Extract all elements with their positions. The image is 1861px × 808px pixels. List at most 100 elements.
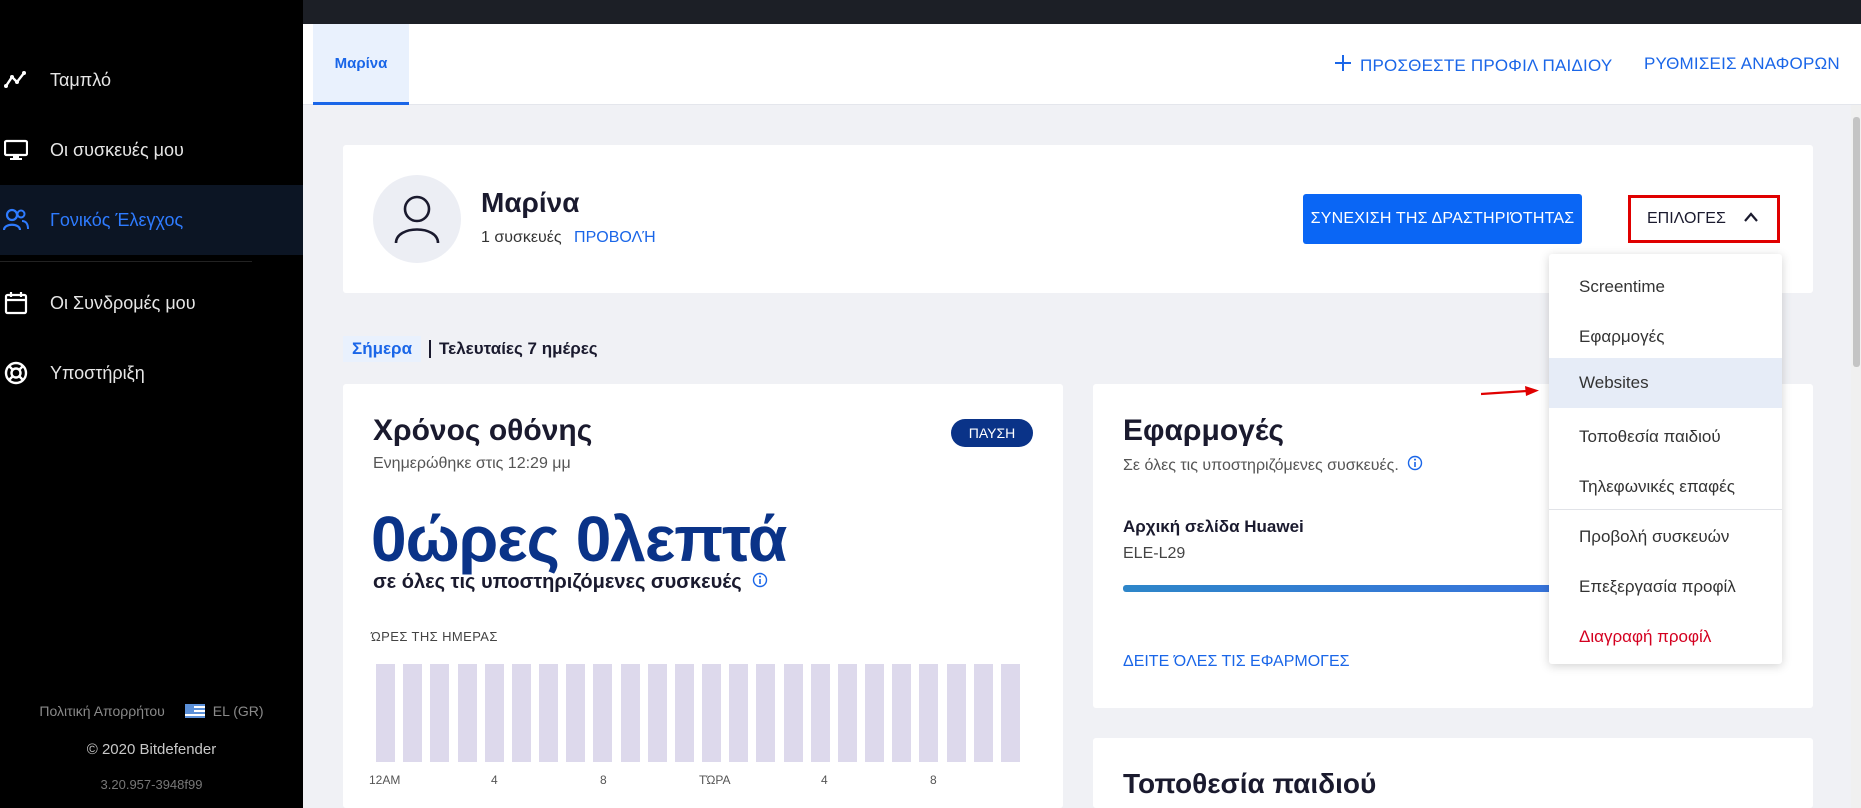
profile-devices: 1 συσκευές ΠΡΟΒΟΛΉ [481, 229, 656, 247]
hour-bar [946, 664, 966, 762]
sidebar-item-dashboard[interactable]: Ταμπλό [0, 45, 303, 115]
menu-item-delete-profile[interactable]: Διαγραφή προφίλ [1549, 612, 1782, 662]
hour-bar [376, 664, 395, 762]
sidebar-item-label: Γονικός Έλεγχος [50, 209, 184, 230]
tick-label: 8 [930, 773, 937, 787]
hour-bar [566, 664, 586, 762]
dashboard-line-icon [2, 66, 30, 94]
options-button[interactable]: ΕΠΙΛΟΓΕΣ [1628, 195, 1780, 243]
sidebar: Ταμπλό Οι συσκευές μου Γονικός Έλεγχος Ο… [0, 0, 303, 808]
report-settings-link[interactable]: ΡΥΘΜΙΣΕΙΣ ΑΝΑΦΟΡΩΝ [1644, 54, 1840, 74]
menu-item-phone-contacts[interactable]: Τηλεφωνικές επαφές [1549, 462, 1782, 512]
menu-item-screentime[interactable]: Screentime [1549, 262, 1782, 312]
screen-time-title: Χρόνος οθόνης [373, 414, 593, 447]
sidebar-item-label: Ταμπλό [50, 69, 111, 90]
hour-bar [511, 664, 531, 762]
view-devices-link[interactable]: ΠΡΟΒΟΛΉ [574, 229, 656, 246]
language-selector[interactable]: EL (GR) [184, 703, 264, 719]
screen-time-total-sub: σε όλες τις υποστηριζόμενες συσκευές [373, 571, 768, 594]
location-title: Τοποθεσία παιδιού [1123, 768, 1377, 799]
apps-subtitle: Σε όλες τις υποστηριζόμενες συσκευές. [1123, 455, 1423, 476]
options-label: ΕΠΙΛΟΓΕΣ [1647, 210, 1726, 227]
hour-bar [892, 664, 912, 762]
greek-flag-icon [184, 704, 205, 718]
screen-time-updated: Ενημερώθηκε στις 12:29 μμ [373, 455, 571, 472]
hour-bar [457, 664, 477, 762]
hour-bar [430, 664, 450, 762]
screen-time-card: Χρόνος οθόνης Ενημερώθηκε στις 12:29 μμ … [343, 384, 1063, 808]
calendar-icon [2, 289, 30, 317]
period-last-7-days[interactable]: Τελευταίες 7 ημέρες [439, 339, 598, 359]
sidebar-item-label: Υποστήριξη [50, 362, 145, 383]
hour-bar [729, 664, 749, 762]
red-arrow-icon [1481, 386, 1539, 396]
hour-bar [1000, 664, 1020, 762]
hour-bar [702, 664, 721, 762]
tab-profile-marina[interactable]: Μαρίνα [313, 24, 409, 105]
copyright: © 2020 Bitdefender [86, 741, 217, 758]
menu-item-view-devices[interactable]: Προβολή συσκευών [1549, 512, 1782, 562]
add-child-profile-link[interactable]: ΠΡΟΣΘΕΣΤΕ ΠΡΟΦΙΛ ΠΑΙΔΙΟΥ [1334, 54, 1612, 77]
resume-activity-button[interactable]: ΣΥΝΕΧΙΣΗ ΤΗΣ ΔΡΑΣΤΗΡΙΌΤΗΤΑΣ [1303, 194, 1582, 244]
hour-bar [403, 664, 423, 762]
lifebuoy-icon [2, 359, 30, 387]
sidebar-item-label: Οι συσκευές μου [50, 139, 184, 160]
scroll-thumb[interactable] [1853, 117, 1860, 367]
page-scrollbar[interactable] [1851, 105, 1861, 808]
tick-label: ΤΏΡΑ [699, 773, 731, 787]
child-location-card: Τοποθεσία παιδιού [1093, 738, 1813, 808]
pause-badge[interactable]: ΠΑΥΣΗ [951, 419, 1033, 447]
hour-bar [865, 664, 884, 762]
period-toggle: Σήμερα Τελευταίες 7 ημέρες [343, 336, 598, 362]
sidebar-item-support[interactable]: Υποστήριξη [0, 338, 303, 408]
hour-bar [484, 664, 504, 762]
app-name: Αρχική σελίδα Huawei [1123, 517, 1304, 536]
period-separator [429, 340, 432, 358]
add-child-label: ΠΡΟΣΘΕΣΤΕ ΠΡΟΦΙΛ ΠΑΙΔΙΟΥ [1360, 55, 1613, 75]
period-today[interactable]: Σήμερα [343, 336, 422, 362]
app-device-model: ELE-L29 [1123, 545, 1186, 562]
hour-bar [919, 664, 939, 762]
user-icon [394, 195, 440, 244]
privacy-link[interactable]: Πολιτική Απορρήτου [39, 703, 164, 719]
sidebar-item-subscriptions[interactable]: Οι Συνδρομές μου [0, 268, 303, 338]
apps-title: Εφαρμογές [1123, 414, 1284, 447]
sidebar-item-devices[interactable]: Οι συσκευές μου [0, 115, 303, 185]
hour-bar [620, 664, 640, 762]
tick-label: 12AM [369, 773, 401, 787]
profile-tabs-header: Μαρίνα ΠΡΟΣΘΕΣΤΕ ΠΡΟΦΙΛ ΠΑΙΔΙΟΥ ΡΥΘΜΙΣΕΙ… [303, 24, 1861, 105]
menu-item-edit-profile[interactable]: Επεξεργασία προφίλ [1549, 562, 1782, 612]
sidebar-item-parental-control[interactable]: Γονικός Έλεγχος [0, 185, 303, 255]
hour-bar [756, 664, 776, 762]
avatar [373, 175, 461, 263]
info-icon[interactable] [752, 571, 768, 594]
device-count: 1 συσκευές [481, 229, 562, 246]
hourly-bars [376, 664, 1028, 762]
see-all-apps-link[interactable]: ΔΕΙΤΕ ΌΛΕΣ ΤΙΣ ΕΦΑΡΜΟΓΕΣ [1123, 653, 1350, 671]
options-dropdown-menu: Screentime Εφαρμογές Websites Τοποθεσία … [1549, 254, 1782, 664]
sidebar-item-label: Οι Συνδρομές μου [50, 292, 196, 313]
profile-name: Μαρίνα [481, 187, 580, 218]
info-icon[interactable] [1407, 455, 1423, 476]
menu-item-apps[interactable]: Εφαρμογές [1549, 312, 1782, 362]
sidebar-divider [0, 261, 252, 262]
hours-of-day-label: ΏΡΕΣ ΤΗΣ ΗΜΕΡΑΣ [371, 629, 498, 644]
menu-item-child-location[interactable]: Τοποθεσία παιδιού [1549, 412, 1782, 462]
hour-bar [973, 664, 993, 762]
menu-item-websites[interactable]: Websites [1549, 358, 1782, 408]
tick-label: 8 [600, 773, 607, 787]
hour-bar [837, 664, 857, 762]
menu-divider [1549, 509, 1782, 510]
language-label: EL (GR) [212, 703, 264, 719]
tick-label: 4 [821, 773, 828, 787]
apps-sub-label: Σε όλες τις υποστηριζόμενες συσκευές. [1123, 456, 1399, 474]
total-sub-label: σε όλες τις υποστηριζόμενες συσκευές [373, 571, 742, 593]
chevron-up-icon [1743, 210, 1759, 228]
hour-bar [783, 664, 803, 762]
hour-bar [593, 664, 613, 762]
version: 3.20.957-3948f99 [100, 777, 203, 792]
tick-label: 4 [491, 773, 498, 787]
hour-bar [647, 664, 667, 762]
screen-time-total: 0ώρες 0λεπτά [371, 503, 787, 575]
hour-bar [539, 664, 558, 762]
